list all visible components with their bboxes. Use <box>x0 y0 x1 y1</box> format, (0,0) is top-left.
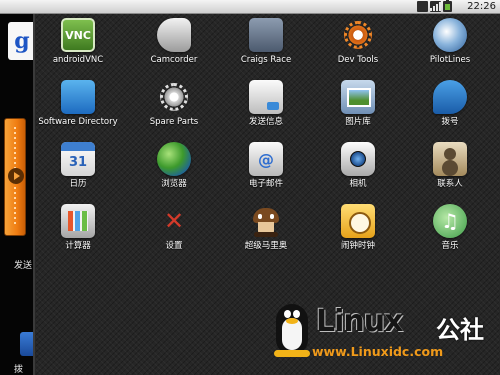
watermark-brand: Linux <box>316 304 403 339</box>
app-camera[interactable]: 相机 <box>313 142 403 204</box>
music-icon: ♫ <box>433 204 467 238</box>
home-shortcut-label: 拨 <box>14 365 24 375</box>
app-calculator[interactable]: 计算器 <box>33 204 123 266</box>
app-grid: VNC androidVNC Camcorder Craigs Race Dev… <box>35 18 500 278</box>
craigs-race-icon <box>249 18 283 52</box>
home-shortcut-label: 发送 <box>14 261 33 271</box>
software-directory-icon <box>61 80 95 114</box>
app-messaging[interactable]: 发送信息 <box>221 80 311 142</box>
app-alarm-clock[interactable]: 闹钟时钟 <box>313 204 403 266</box>
app-calendar[interactable]: 31 日历 <box>33 142 123 204</box>
signal-strength-icon <box>430 1 441 12</box>
dialer-icon <box>433 80 467 114</box>
gallery-icon <box>341 80 375 114</box>
app-email[interactable]: @ 电子邮件 <box>221 142 311 204</box>
app-contacts[interactable]: 联系人 <box>405 142 495 204</box>
app-spare-parts[interactable]: Spare Parts <box>129 80 219 142</box>
super-mario-goomba-icon <box>249 204 283 238</box>
app-music[interactable]: ♫ 音乐 <box>405 204 495 266</box>
app-software-directory[interactable]: Software Directory <box>33 80 123 142</box>
app-androidvnc[interactable]: VNC androidVNC <box>33 18 123 80</box>
spare-parts-gear-icon <box>157 80 191 114</box>
google-search-widget[interactable]: g <box>8 22 36 60</box>
calendar-icon: 31 <box>61 142 95 176</box>
app-gallery[interactable]: 图片库 <box>313 80 403 142</box>
messaging-icon <box>249 80 283 114</box>
app-dialer[interactable]: 拨号 <box>405 80 495 142</box>
app-drawer-handle[interactable] <box>4 118 26 236</box>
app-settings[interactable]: ✕ 设置 <box>129 204 219 266</box>
status-clock: 22:26 <box>467 1 496 12</box>
app-camcorder[interactable]: Camcorder <box>129 18 219 80</box>
browser-globe-icon <box>157 142 191 176</box>
watermark-brand-cn: 公社 <box>436 316 484 344</box>
camera-icon <box>341 142 375 176</box>
camcorder-icon <box>157 18 191 52</box>
alarm-clock-icon <box>341 204 375 238</box>
status-icons <box>417 0 452 13</box>
app-super-mario[interactable]: 超级马里奥 <box>221 204 311 266</box>
watermark-url: www.Linuxidc.com <box>312 344 444 359</box>
app-pilotlines[interactable]: PilotLines <box>405 18 495 80</box>
battery-icon <box>443 0 452 12</box>
contacts-icon <box>433 142 467 176</box>
data-network-icon <box>417 1 428 12</box>
email-icon: @ <box>249 142 283 176</box>
app-dev-tools[interactable]: Dev Tools <box>313 18 403 80</box>
app-browser[interactable]: 浏览器 <box>129 142 219 204</box>
vnc-icon: VNC <box>61 18 95 52</box>
linuxidc-watermark: Linux 公社 www.Linuxidc.com <box>270 290 500 375</box>
pilotlines-icon <box>433 18 467 52</box>
drawer-handle-arrow-icon <box>8 168 24 184</box>
tux-penguin-logo-icon <box>272 296 312 358</box>
app-craigs-race[interactable]: Craigs Race <box>221 18 311 80</box>
dev-tools-gear-icon <box>341 18 375 52</box>
settings-icon: ✕ <box>163 207 185 235</box>
status-bar: 22:26 <box>0 0 500 14</box>
calculator-icon <box>61 204 95 238</box>
